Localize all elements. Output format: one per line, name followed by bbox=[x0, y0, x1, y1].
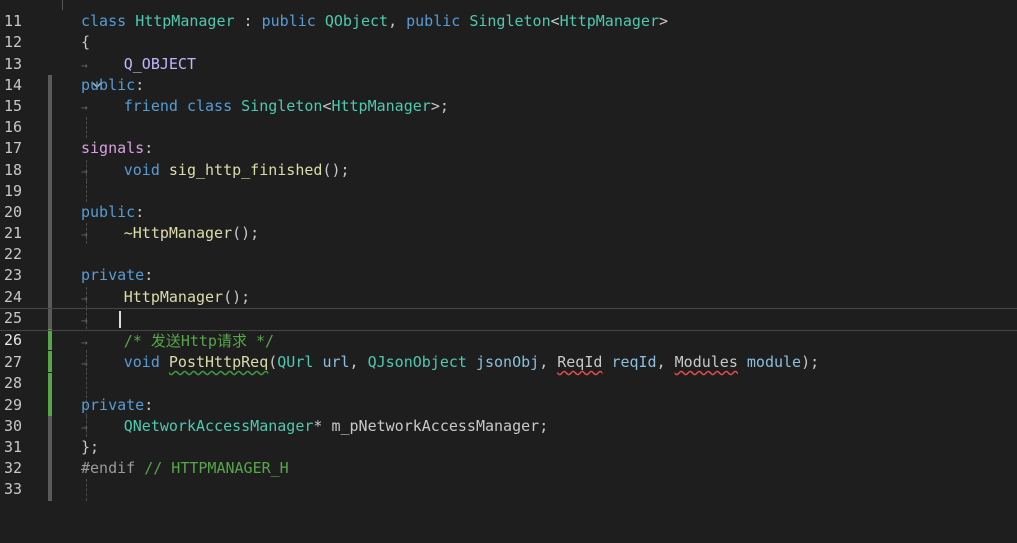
punctuation: : bbox=[135, 75, 145, 94]
text-cursor bbox=[119, 310, 121, 328]
code-editor[interactable]: 11 12 class HttpManager : public QObject… bbox=[0, 0, 1017, 501]
code-line: 13 { bbox=[0, 32, 1017, 96]
punctuation: >; bbox=[430, 96, 449, 115]
punctuation: : bbox=[135, 202, 145, 221]
comment: /* 发送Http请求 */ bbox=[123, 332, 275, 350]
parameter: module bbox=[746, 353, 802, 372]
keyword: void bbox=[123, 160, 160, 179]
tab-marker: → bbox=[81, 420, 88, 434]
punctuation: : bbox=[144, 395, 154, 414]
code-line: 24 private: bbox=[0, 265, 1017, 330]
code-line: 14 → Q_OBJECT bbox=[0, 54, 1017, 139]
punctuation: > bbox=[659, 12, 669, 31]
punctuation: (); bbox=[232, 224, 260, 243]
code-line: 18 signals: bbox=[0, 138, 1017, 202]
code-line: 11 bbox=[0, 0, 1017, 30]
parameter: reqId bbox=[611, 353, 657, 372]
tab-marker: → bbox=[81, 58, 88, 72]
tab-marker: → bbox=[81, 100, 88, 114]
punctuation: (); bbox=[322, 160, 350, 179]
type-name: HttpManager bbox=[135, 12, 235, 31]
punctuation: , bbox=[388, 12, 407, 31]
type-name: Singleton bbox=[241, 96, 323, 115]
comment: // HTTPMANAGER_H bbox=[144, 459, 289, 478]
code-line: 16 → friend class Singleton<HttpManager>… bbox=[0, 96, 1017, 181]
punctuation: : bbox=[234, 12, 262, 31]
parameter: jsonObj bbox=[475, 353, 540, 372]
punctuation: < bbox=[550, 12, 560, 31]
type-name: Singleton bbox=[469, 12, 551, 31]
current-line[interactable]: 26 → bbox=[0, 307, 1017, 394]
tab-marker: → bbox=[81, 357, 88, 371]
type-name: QObject bbox=[324, 12, 389, 31]
macro: Q_OBJECT bbox=[123, 54, 196, 73]
code-line: 31 → QNetworkAccessManager* m_pNetworkAc… bbox=[0, 416, 1017, 501]
punctuation: { bbox=[81, 33, 91, 52]
code-line: 17 bbox=[0, 117, 1017, 202]
tab-marker: → bbox=[81, 336, 88, 349]
code-line: 19 → void sig_http_finished(); bbox=[0, 160, 1017, 245]
keyword: friend bbox=[123, 96, 178, 115]
punctuation: , bbox=[539, 353, 558, 372]
punctuation: : bbox=[144, 266, 154, 285]
code-line: 33 #endif // HTTPMANAGER_H bbox=[0, 458, 1017, 498]
code-line: 20 bbox=[0, 181, 1017, 245]
keyword: public bbox=[81, 75, 136, 94]
code-line: 15 public: bbox=[0, 75, 1017, 139]
code-line: 28 → void PostHttpReq(QUrl url, QJsonObj… bbox=[0, 352, 1017, 437]
indent-guide bbox=[86, 479, 87, 501]
code-line: 29 bbox=[0, 373, 1017, 437]
type-name: QJsonObject bbox=[367, 353, 467, 372]
keyword: class bbox=[186, 96, 233, 115]
punctuation: , bbox=[349, 353, 368, 372]
keyword: signals bbox=[81, 139, 145, 158]
tab-marker: → bbox=[81, 313, 88, 327]
function-name: ~HttpManager bbox=[123, 224, 233, 243]
tab-marker: → bbox=[81, 228, 88, 242]
tab-marker: → bbox=[81, 291, 88, 305]
type-name: QNetworkAccessManager bbox=[123, 416, 314, 435]
keyword: private bbox=[81, 266, 145, 285]
type-name: HttpManager bbox=[559, 12, 659, 31]
keyword: public bbox=[81, 202, 136, 221]
punctuation: * bbox=[313, 416, 323, 435]
line-number: 33 bbox=[3, 480, 22, 499]
code-line: 22 → ~HttpManager(); bbox=[0, 223, 1017, 308]
keyword: void bbox=[123, 353, 160, 372]
code-line: 23 bbox=[0, 244, 1017, 330]
error-type-name[interactable]: ReqId bbox=[557, 353, 602, 371]
function-name: sig_http_finished bbox=[168, 160, 323, 179]
keyword: public bbox=[406, 12, 461, 31]
keyword: private bbox=[81, 395, 145, 414]
punctuation: ; bbox=[539, 416, 549, 435]
punctuation: : bbox=[144, 139, 154, 158]
punctuation: , bbox=[656, 353, 675, 372]
parameter: url bbox=[322, 353, 350, 372]
function-name[interactable]: PostHttpReq bbox=[169, 353, 268, 371]
code-line: 12 class HttpManager : public QObject, p… bbox=[0, 11, 1017, 88]
type-name: HttpManager bbox=[331, 96, 431, 115]
punctuation: (); bbox=[223, 287, 251, 306]
punctuation: }; bbox=[81, 437, 100, 456]
type-name: QUrl bbox=[277, 353, 314, 372]
code-line: 32 }; bbox=[0, 437, 1017, 501]
punctuation: ( bbox=[268, 353, 278, 372]
code-line: 27 → /* 发送Http请求 */ bbox=[0, 331, 1017, 416]
code-line: 21 public: bbox=[0, 202, 1017, 266]
keyword: public bbox=[261, 12, 316, 31]
member-variable: m_pNetworkAccessManager bbox=[331, 416, 540, 435]
function-name: HttpManager bbox=[123, 287, 224, 306]
preprocessor: #endif bbox=[81, 459, 136, 478]
error-type-name[interactable]: Modules bbox=[675, 353, 738, 371]
keyword: class bbox=[81, 12, 127, 31]
tab-marker: → bbox=[81, 164, 88, 178]
code-line: 25 → HttpManager(); bbox=[0, 287, 1017, 372]
code-line: 30 private: bbox=[0, 395, 1017, 459]
gutter-marker bbox=[48, 479, 52, 501]
punctuation: ); bbox=[801, 353, 820, 372]
